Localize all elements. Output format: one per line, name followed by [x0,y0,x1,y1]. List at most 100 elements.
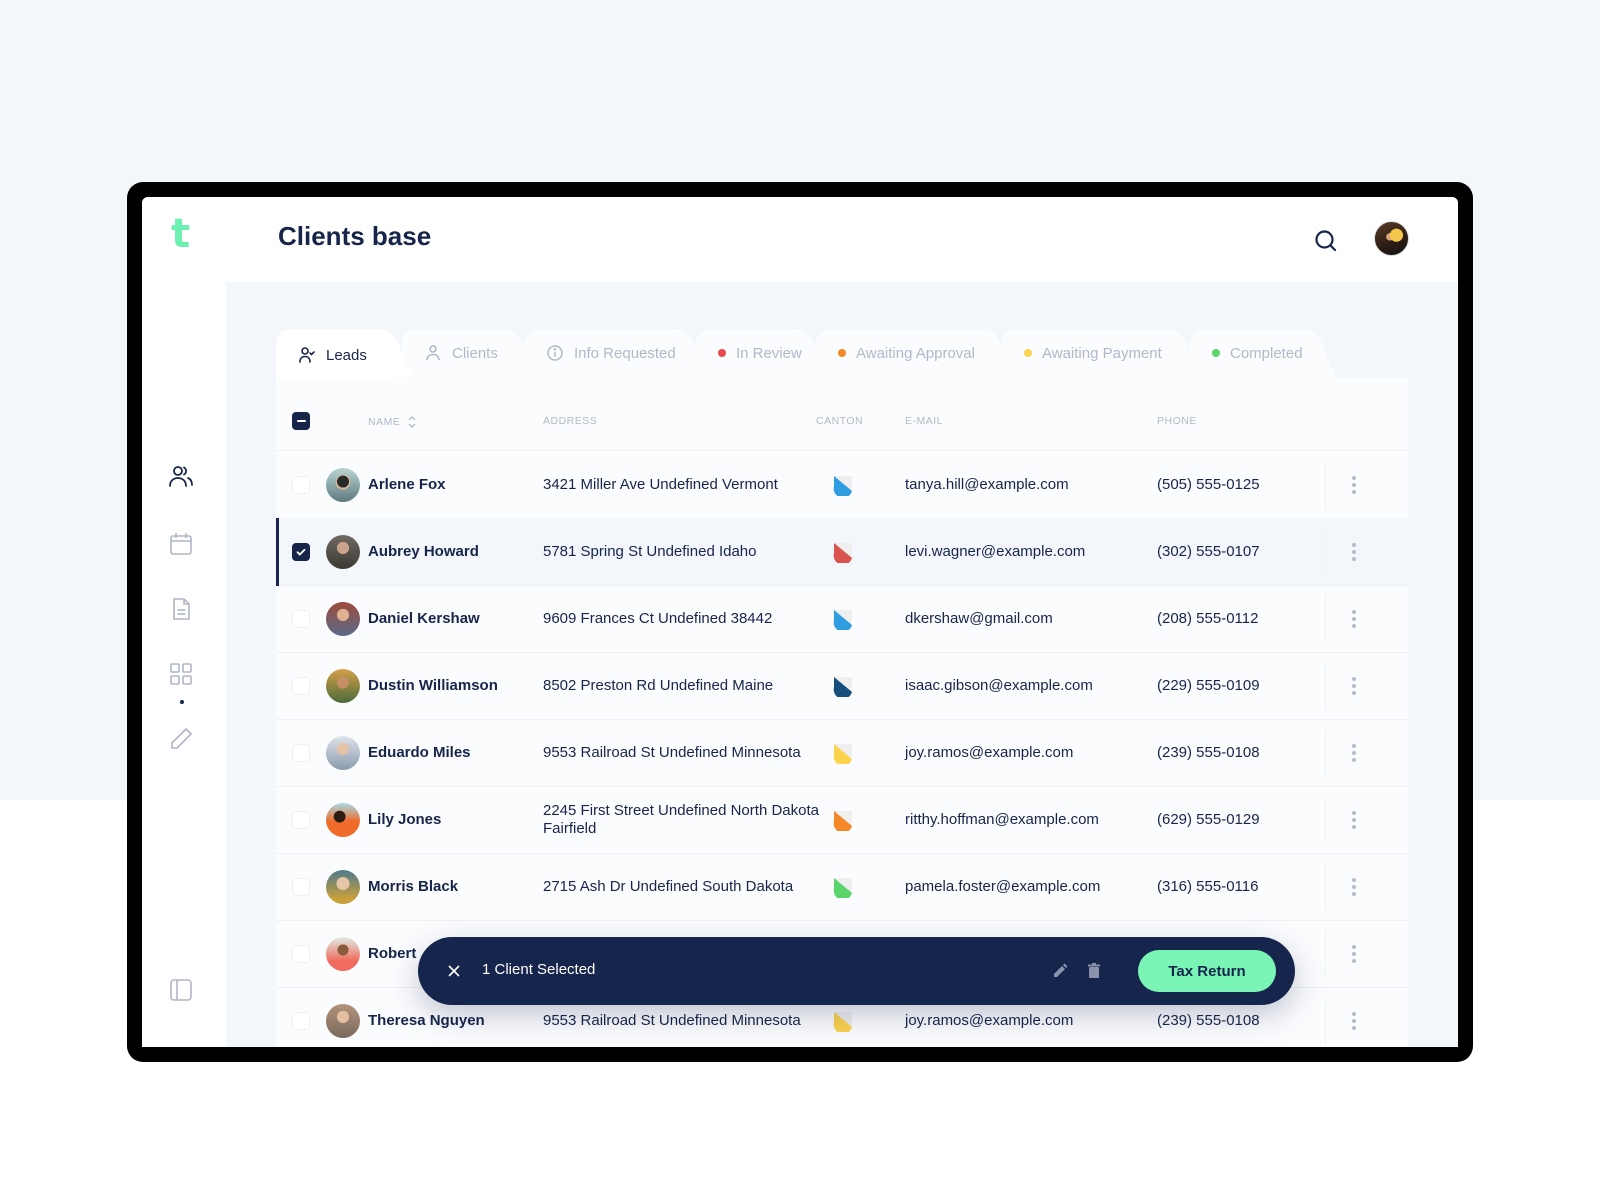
sidebar-item-clients[interactable] [166,462,196,492]
tab-leads[interactable]: Leads [276,329,388,381]
more-icon [1352,543,1356,547]
sidebar-item-documents[interactable] [166,594,196,624]
client-phone: (505) 555-0125 [1157,476,1260,493]
column-divider [1325,461,1326,509]
user-avatar[interactable] [1374,221,1409,256]
row-checkbox[interactable] [292,878,310,896]
column-divider [1325,729,1326,777]
tab-in-review[interactable]: In Review [696,329,804,377]
row-more-button[interactable] [1349,674,1359,698]
row-checkbox[interactable] [292,543,310,561]
row-checkbox[interactable] [292,811,310,829]
client-name[interactable]: Eduardo Miles [368,744,471,761]
row-more-button[interactable] [1349,607,1359,631]
close-icon [448,965,460,977]
row-checkbox[interactable] [292,744,310,762]
select-all-checkbox[interactable] [292,412,310,430]
tab-awaiting-approval[interactable]: Awaiting Approval [816,329,990,377]
check-icon [296,548,306,556]
column-header-name[interactable]: NAME [368,415,416,429]
row-checkbox[interactable] [292,1012,310,1030]
client-email[interactable]: levi.wagner@example.com [905,543,1085,560]
client-email[interactable]: dkershaw@gmail.com [905,610,1053,627]
table-row[interactable]: Lily Jones 2245 First Street Undefined N… [276,786,1408,854]
client-email[interactable]: ritthy.hoffman@example.com [905,811,1099,828]
column-header-phone: PHONE [1157,415,1197,427]
row-checkbox[interactable] [292,945,310,963]
sidebar-item-calendar[interactable] [166,529,196,559]
client-name[interactable]: Arlene Fox [368,476,446,493]
row-more-button[interactable] [1349,942,1359,966]
client-phone: (239) 555-0108 [1157,1012,1260,1029]
canton-flag-icon [833,1012,852,1032]
client-address: 5781 Spring St Undefined Idaho [543,543,757,560]
client-email[interactable]: joy.ramos@example.com [905,1012,1073,1029]
selection-action-bar: 1 Client Selected Tax Return [418,937,1295,1005]
table-row[interactable]: Daniel Kershaw 9609 Frances Ct Undefined… [276,585,1408,653]
document-icon [173,598,190,620]
avatar [326,736,360,770]
client-phone: (629) 555-0129 [1157,811,1260,828]
app-logo[interactable]: t [171,211,190,257]
tab-info-requested[interactable]: Info Requested [524,329,684,377]
user-check-icon [298,346,316,364]
table-row[interactable]: Aubrey Howard 5781 Spring St Undefined I… [276,518,1408,586]
client-address: 2715 Ash Dr Undefined South Dakota [543,878,794,895]
tab-awaiting-payment[interactable]: Awaiting Payment [1002,329,1176,377]
client-name[interactable]: Theresa Nguyen [368,1012,485,1029]
client-name[interactable]: Dustin Williamson [368,677,498,694]
canton-flag-icon [833,677,852,697]
canton-flag-icon [833,744,852,764]
column-divider [1325,930,1326,978]
avatar [326,669,360,703]
users-icon [169,466,193,487]
row-more-button[interactable] [1349,875,1359,899]
table-row[interactable]: Morris Black 2715 Ash Dr Undefined South… [276,853,1408,921]
row-more-button[interactable] [1349,1009,1359,1033]
avatar [326,1004,360,1038]
tab-clients[interactable]: Clients [402,329,512,377]
tax-return-button[interactable]: Tax Return [1138,950,1276,992]
sidebar-item-dashboard[interactable] [166,659,196,689]
column-header-address: ADDRESS [543,415,598,427]
client-email[interactable]: isaac.gibson@example.com [905,677,1093,694]
client-name[interactable]: Morris Black [368,878,458,895]
column-label: NAME [368,416,401,428]
client-email[interactable]: tanya.hill@example.com [905,476,1069,493]
more-icon [1352,610,1356,614]
client-address: 8502 Preston Rd Undefined Maine [543,677,774,694]
more-icon [1352,945,1356,949]
table-row[interactable]: Eduardo Miles 9553 Railroad St Undefined… [276,719,1408,787]
tab-completed[interactable]: Completed [1190,329,1312,377]
row-more-button[interactable] [1349,540,1359,564]
status-dot-green [1212,349,1220,357]
client-email[interactable]: pamela.foster@example.com [905,878,1100,895]
row-checkbox[interactable] [292,476,310,494]
client-name[interactable]: Lily Jones [368,811,441,828]
row-checkbox[interactable] [292,610,310,628]
client-email[interactable]: joy.ramos@example.com [905,744,1073,761]
edit-button[interactable] [1050,961,1070,981]
search-button[interactable] [1312,227,1340,255]
row-more-button[interactable] [1349,741,1359,765]
row-more-button[interactable] [1349,808,1359,832]
row-checkbox[interactable] [292,677,310,695]
clear-selection-button[interactable] [442,959,466,983]
sidebar-item-edit[interactable] [166,724,196,754]
client-name[interactable]: Daniel Kershaw [368,610,480,627]
client-phone: (229) 555-0109 [1157,677,1260,694]
status-dot-red [718,349,726,357]
client-name[interactable]: Robert [368,945,416,962]
table-row[interactable]: Arlene Fox 3421 Miller Ave Undefined Ver… [276,451,1408,519]
canton-flag-icon [833,543,852,563]
row-more-button[interactable] [1349,473,1359,497]
canton-flag-icon [833,811,852,831]
column-header-canton: CANTON [816,415,864,427]
status-dot-yellow [1024,349,1032,357]
delete-button[interactable] [1084,961,1104,981]
user-icon [424,344,442,362]
table-row[interactable]: Dustin Williamson 8502 Preston Rd Undefi… [276,652,1408,720]
client-name[interactable]: Aubrey Howard [368,543,479,560]
client-address: 9609 Frances Ct Undefined 38442 [543,610,773,627]
sidebar-collapse-button[interactable] [166,975,196,1005]
